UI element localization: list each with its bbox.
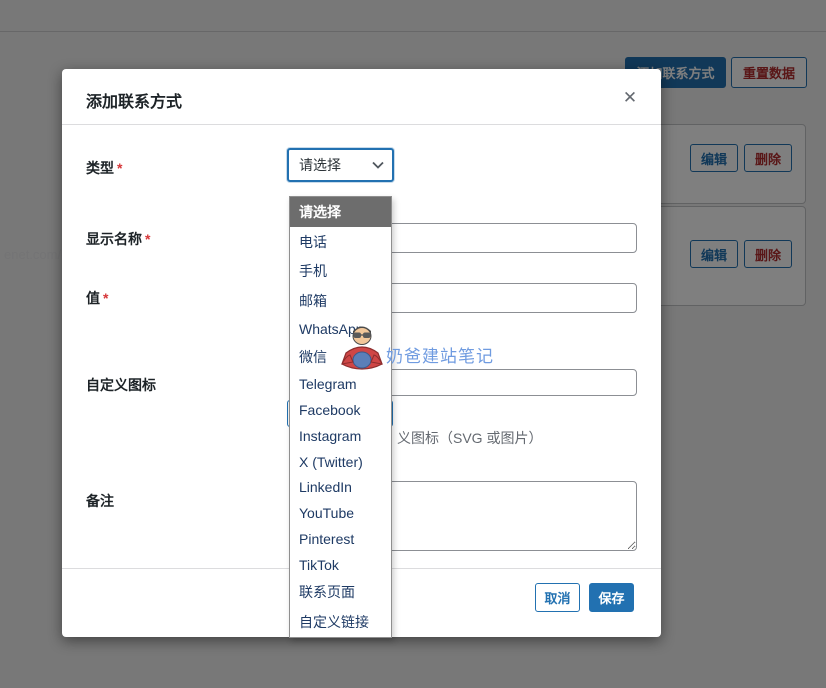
dropdown-option[interactable]: 邮箱 xyxy=(290,286,391,316)
dropdown-option[interactable]: 自定义链接 xyxy=(290,607,391,637)
close-icon[interactable]: ✕ xyxy=(617,85,643,111)
dropdown-option[interactable]: Facebook xyxy=(290,397,391,423)
required-asterisk: * xyxy=(117,160,122,176)
dropdown-option[interactable]: Telegram xyxy=(290,372,391,398)
save-button[interactable]: 保存 xyxy=(589,583,634,612)
dropdown-option[interactable]: Instagram xyxy=(290,423,391,449)
value-label: 值* xyxy=(86,288,108,308)
notes-label: 备注 xyxy=(86,491,114,511)
dropdown-option[interactable]: YouTube xyxy=(290,500,391,526)
type-select[interactable]: 请选择 xyxy=(287,148,394,182)
display-name-label: 显示名称* xyxy=(86,229,150,249)
dropdown-option[interactable]: LinkedIn xyxy=(290,475,391,501)
dropdown-option[interactable]: 手机 xyxy=(290,257,391,287)
required-asterisk: * xyxy=(145,231,150,247)
dropdown-option[interactable]: WhatsApp xyxy=(290,316,391,342)
dropdown-option[interactable]: Pinterest xyxy=(290,526,391,552)
required-asterisk: * xyxy=(103,290,108,306)
modal-header: 添加联系方式 ✕ xyxy=(62,69,661,125)
dropdown-option[interactable]: 电话 xyxy=(290,227,391,257)
cancel-button[interactable]: 取消 xyxy=(535,583,580,612)
dropdown-option[interactable]: 联系页面 xyxy=(290,578,391,608)
type-label: 类型* xyxy=(86,158,122,178)
dropdown-option[interactable]: TikTok xyxy=(290,552,391,578)
type-select-value: 请选择 xyxy=(299,155,341,175)
modal-title: 添加联系方式 xyxy=(86,88,182,112)
dropdown-option[interactable]: 请选择 xyxy=(290,197,391,227)
custom-icon-hint: 义图标（SVG 或图片） xyxy=(397,428,542,448)
dropdown-option[interactable]: 微信 xyxy=(290,342,391,372)
custom-icon-label: 自定义图标 xyxy=(86,375,156,395)
chevron-down-icon xyxy=(372,161,384,169)
dropdown-option[interactable]: X (Twitter) xyxy=(290,449,391,475)
type-dropdown-list: 请选择 电话 手机 邮箱 WhatsApp 微信 Telegram Facebo… xyxy=(289,196,392,638)
